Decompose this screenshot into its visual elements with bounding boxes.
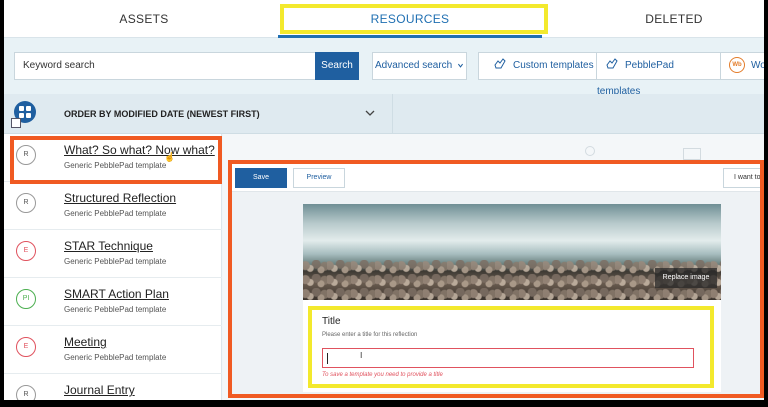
resources-app: ASSETS RESOURCES DELETED Keyword search …: [4, 0, 764, 400]
order-by-dropdown[interactable]: ORDER BY MODIFIED DATE (NEWEST FIRST): [64, 94, 260, 134]
list-item[interactable]: E Meeting Generic PebblePad template: [4, 326, 222, 374]
editor-highlight: [228, 160, 764, 398]
resource-type-badge: R: [16, 385, 36, 400]
list-item[interactable]: PI SMART Action Plan Generic PebblePad t…: [4, 278, 222, 326]
resource-type-badge: E: [16, 241, 36, 261]
workbook-templates-button[interactable]: Wb Wo: [723, 53, 764, 79]
tab-assets[interactable]: ASSETS: [34, 0, 254, 38]
search-button[interactable]: Search: [315, 52, 359, 80]
resource-subtitle: Generic PebblePad template: [64, 257, 167, 266]
workbook-templates-label: Wo: [751, 60, 764, 71]
template-hand-icon: [494, 58, 506, 69]
custom-templates-button[interactable]: Custom templates: [485, 53, 597, 79]
resources-tab-highlight: [280, 4, 548, 34]
list-item[interactable]: R Journal Entry: [4, 374, 222, 400]
order-bar: ORDER BY MODIFIED DATE (NEWEST FIRST): [4, 94, 764, 134]
search-toolbar: Keyword search Search Advanced search Cu…: [4, 38, 764, 97]
list-item[interactable]: R Structured Reflection Generic PebblePa…: [4, 182, 222, 230]
resource-subtitle: Generic PebblePad template: [64, 353, 167, 362]
resource-title-link[interactable]: Journal Entry: [64, 383, 135, 397]
ghost-circle-icon: [585, 146, 595, 156]
resource-subtitle: Generic PebblePad template: [64, 305, 167, 314]
resource-type-badge: R: [16, 193, 36, 213]
advanced-search-label: Advanced search: [374, 60, 453, 71]
keyword-search-input[interactable]: Keyword search: [14, 52, 316, 80]
resource-type-badge: PI: [16, 289, 36, 309]
resource-title-link[interactable]: STAR Technique: [64, 239, 153, 253]
tab-deleted[interactable]: DELETED: [564, 0, 764, 38]
order-divider: [392, 94, 393, 134]
chevron-down-icon[interactable]: [364, 107, 376, 119]
pebblepad-templates-button[interactable]: PebblePad templates: [597, 53, 721, 97]
first-item-highlight: [10, 136, 222, 184]
resource-title-link[interactable]: Meeting: [64, 335, 107, 349]
list-item[interactable]: E STAR Technique Generic PebblePad templ…: [4, 230, 222, 278]
resource-subtitle: Generic PebblePad template: [64, 209, 167, 218]
resource-title-link[interactable]: SMART Action Plan: [64, 287, 169, 301]
workbook-badge-icon: Wb: [729, 57, 745, 74]
resource-title-link[interactable]: Structured Reflection: [64, 191, 176, 205]
select-all-checkbox[interactable]: [11, 118, 21, 128]
ghost-screen-icon: [683, 148, 701, 160]
resource-type-badge: E: [16, 337, 36, 357]
template-hand-icon: [606, 58, 618, 69]
advanced-search-button[interactable]: Advanced search: [372, 52, 467, 80]
chevron-down-icon: [458, 63, 464, 68]
custom-templates-label: Custom templates: [513, 60, 594, 71]
template-button-group: Custom templates PebblePad templates Wb W…: [478, 52, 764, 97]
